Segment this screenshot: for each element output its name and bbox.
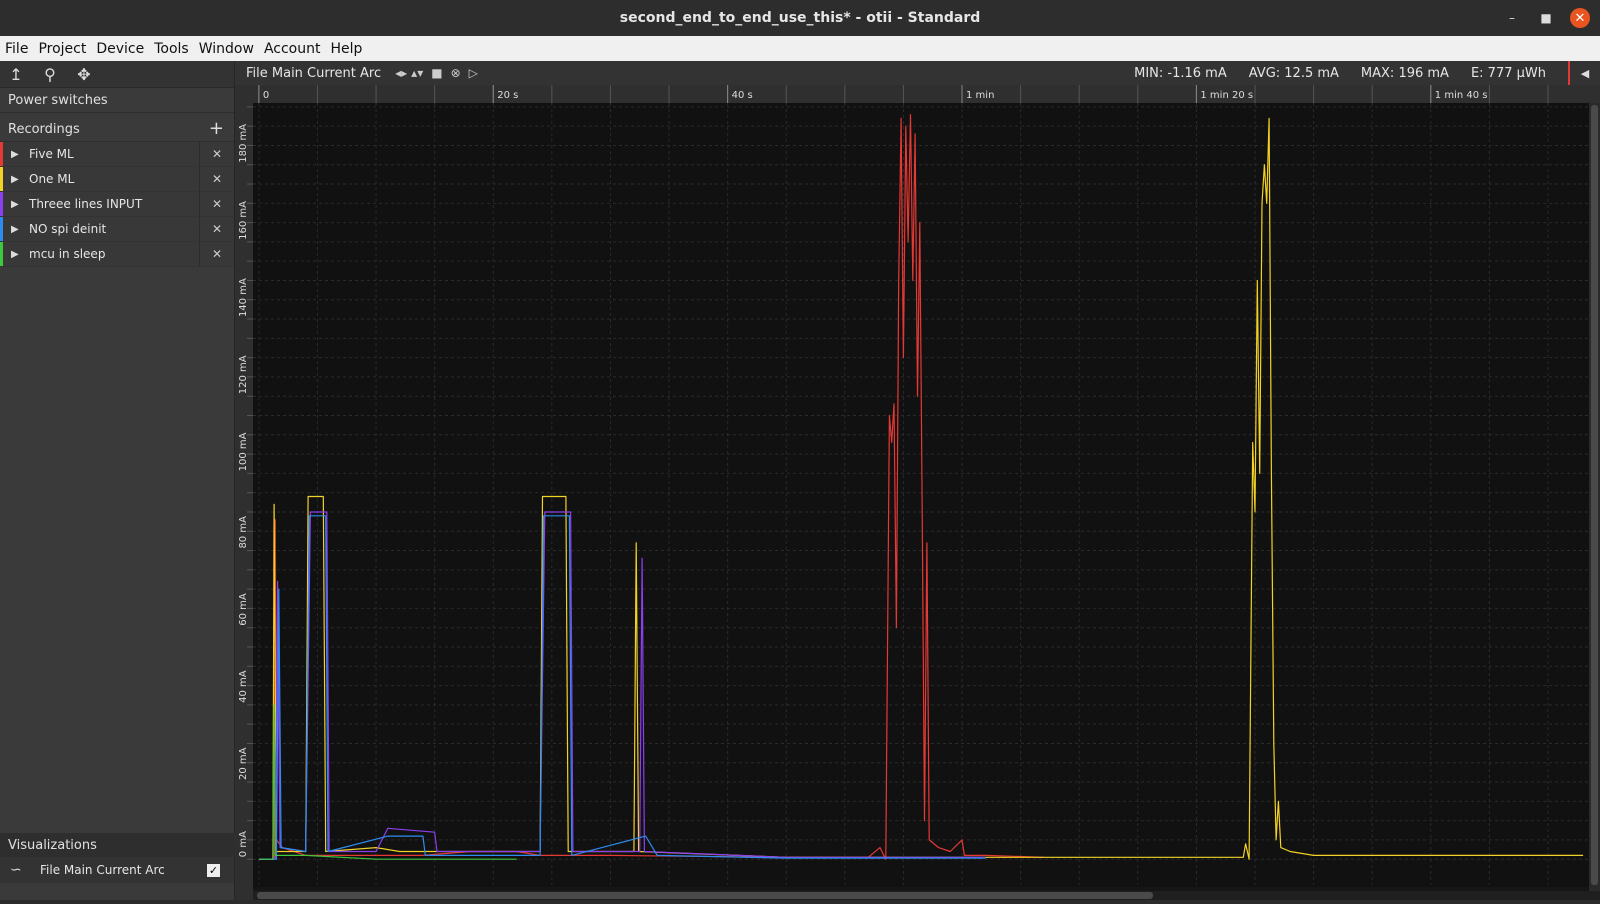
remove-recording-icon[interactable]: ✕: [212, 147, 222, 161]
zoom-tool-icon[interactable]: ⚲: [40, 65, 60, 84]
menu-account[interactable]: Account: [259, 41, 326, 57]
vertical-scrollbar-thumb[interactable]: [1591, 105, 1598, 885]
recording-name: Five ML: [29, 147, 74, 161]
y-tick-label: 20 mA: [238, 747, 249, 780]
recording-item-threee-lines-input[interactable]: ▶ Threee lines INPUT ✕: [0, 192, 234, 217]
plot-area[interactable]: 0 20 s 40 s 1 min 1 min 20 s 1 min 40 s 0 mA 2…: [235, 85, 1600, 900]
divider: [199, 192, 200, 216]
current-chart[interactable]: 0 20 s 40 s 1 min 1 min 20 s 1 min 40 s 0 mA 2…: [235, 85, 1600, 900]
y-axis: 0 mA 20 mA 40 mA 60 mA 80 mA 100 mA 120 mA 140 …: [235, 103, 253, 900]
divider: [199, 142, 200, 166]
menu-file[interactable]: File: [0, 41, 33, 57]
recording-color-swatch: [0, 242, 3, 266]
x-axis-background: [235, 85, 1600, 103]
recording-item-one-ml[interactable]: ▶ One ML ✕: [0, 167, 234, 192]
plot-background: [253, 103, 1589, 887]
divider: [199, 242, 200, 266]
menu-device[interactable]: Device: [91, 41, 149, 57]
recording-color-swatch: [0, 192, 3, 216]
stop-icon[interactable]: ■: [431, 66, 442, 80]
plot-title: File Main Current Arc: [246, 65, 382, 81]
expand-arrow-icon[interactable]: ▶: [11, 199, 23, 210]
divider: [199, 167, 200, 191]
y-tick-label: 160 mA: [238, 201, 249, 240]
divider: [199, 217, 200, 241]
stat-min: MIN: -1.16 mA: [1134, 65, 1227, 81]
remove-recording-icon[interactable]: ✕: [212, 222, 222, 236]
menu-tools[interactable]: Tools: [149, 41, 194, 57]
stat-energy: E: 777 µWh: [1470, 65, 1546, 81]
menu-project[interactable]: Project: [33, 41, 91, 57]
remove-recording-icon[interactable]: ✕: [212, 197, 222, 211]
stat-avg: AVG: 12.5 mA: [1248, 65, 1339, 81]
y-tick-label: 100 mA: [238, 432, 249, 471]
y-tick-label: 140 mA: [238, 278, 249, 317]
power-switches-label: Power switches: [8, 92, 108, 108]
remove-recording-icon[interactable]: ✕: [212, 247, 222, 261]
recording-name: Threee lines INPUT: [29, 197, 143, 211]
x-tick-label: 20 s: [497, 90, 518, 101]
menu-help[interactable]: Help: [325, 41, 367, 57]
stat-max: MAX: 196 mA: [1360, 65, 1449, 81]
visualizations-header: Visualizations: [0, 833, 242, 857]
x-tick-label: 1 min 20 s: [1200, 90, 1253, 101]
recordings-label: Recordings: [8, 121, 80, 137]
visualization-item[interactable]: ∽ File Main Current Arc ✓: [0, 857, 234, 883]
recording-color-swatch: [0, 167, 3, 191]
menu-window[interactable]: Window: [194, 41, 259, 57]
remove-recording-icon[interactable]: ✕: [212, 172, 222, 186]
window-title: second_end_to_end_use_this* - otii - Sta…: [619, 10, 981, 26]
x-tick-label: 0: [263, 90, 269, 101]
line-chart-icon: ∽: [10, 862, 22, 878]
recording-color-swatch: [0, 142, 3, 166]
window-controls: – ■ ✕: [1502, 8, 1590, 28]
x-tick-label: 1 min 40 s: [1435, 90, 1488, 101]
y-tick-label: 0 mA: [238, 831, 249, 857]
recording-item-no-spi-deinit[interactable]: ▶ NO spi deinit ✕: [0, 217, 234, 242]
y-tick-label: 40 mA: [238, 670, 249, 703]
pan-tool-icon[interactable]: ✥: [74, 65, 94, 84]
recording-item-mcu-in-sleep[interactable]: ▶ mcu in sleep ✕: [0, 242, 234, 267]
x-tick-label: 40 s: [732, 90, 753, 101]
minimize-icon[interactable]: –: [1502, 8, 1522, 28]
visualizations-label: Visualizations: [8, 837, 97, 853]
recordings-list: ▶ Five ML ✕ ▶ One ML ✕ ▶ Threee lines IN…: [0, 142, 234, 267]
y-tick-label: 80 mA: [238, 516, 249, 549]
expand-arrow-icon[interactable]: ▶: [11, 149, 23, 160]
recording-name: One ML: [29, 172, 75, 186]
menubar: File Project Device Tools Window Account…: [0, 36, 1600, 61]
close-icon[interactable]: ✕: [1570, 8, 1590, 28]
y-tick-label: 120 mA: [238, 355, 249, 394]
x-tick-label: 1 min: [966, 90, 994, 101]
window-titlebar: second_end_to_end_use_this* - otii - Sta…: [0, 0, 1600, 36]
recordings-header: Recordings +: [0, 117, 234, 142]
y-tick-label: 60 mA: [238, 593, 249, 626]
add-recording-icon[interactable]: +: [209, 118, 224, 139]
vertical-zoom-icon[interactable]: ▴▾: [411, 66, 423, 80]
expand-arrow-icon[interactable]: ▶: [11, 249, 23, 260]
visualization-name: File Main Current Arc: [40, 863, 165, 877]
horizontal-scrollbar-thumb[interactable]: [257, 892, 1153, 899]
expand-arrow-icon[interactable]: ▶: [11, 174, 23, 185]
visualization-checkbox[interactable]: ✓: [207, 863, 220, 877]
collapse-panel-icon[interactable]: ◀: [1568, 61, 1600, 85]
stats-panel: MIN: -1.16 mA AVG: 12.5 mA MAX: 196 mA E…: [1134, 61, 1600, 85]
plot-toolbar: File Main Current Arc ◂▸ ▴▾ ■ ⊗ ▷ MIN: -…: [235, 61, 1600, 85]
maximize-icon[interactable]: ■: [1536, 8, 1556, 28]
recording-color-swatch: [0, 217, 3, 241]
x-axis: 0 20 s 40 s 1 min 1 min 20 s 1 min 40 s: [235, 85, 1600, 103]
recording-name: mcu in sleep: [29, 247, 106, 261]
recording-name: NO spi deinit: [29, 222, 107, 236]
grid: [253, 103, 1589, 887]
tool-row: ↥ ⚲ ✥: [0, 61, 234, 88]
select-tool-icon[interactable]: ↥: [6, 65, 26, 84]
sidebar: ↥ ⚲ ✥ Power switches Recordings + ▶ Five…: [0, 61, 242, 900]
y-tick-label: 180 mA: [238, 124, 249, 163]
horizontal-zoom-icon[interactable]: ◂▸: [395, 66, 407, 80]
clear-icon[interactable]: ⊗: [451, 66, 461, 80]
play-icon[interactable]: ▷: [469, 66, 478, 80]
power-switches-header[interactable]: Power switches: [0, 88, 234, 113]
expand-arrow-icon[interactable]: ▶: [11, 224, 23, 235]
recording-item-five-ml[interactable]: ▶ Five ML ✕: [0, 142, 234, 167]
